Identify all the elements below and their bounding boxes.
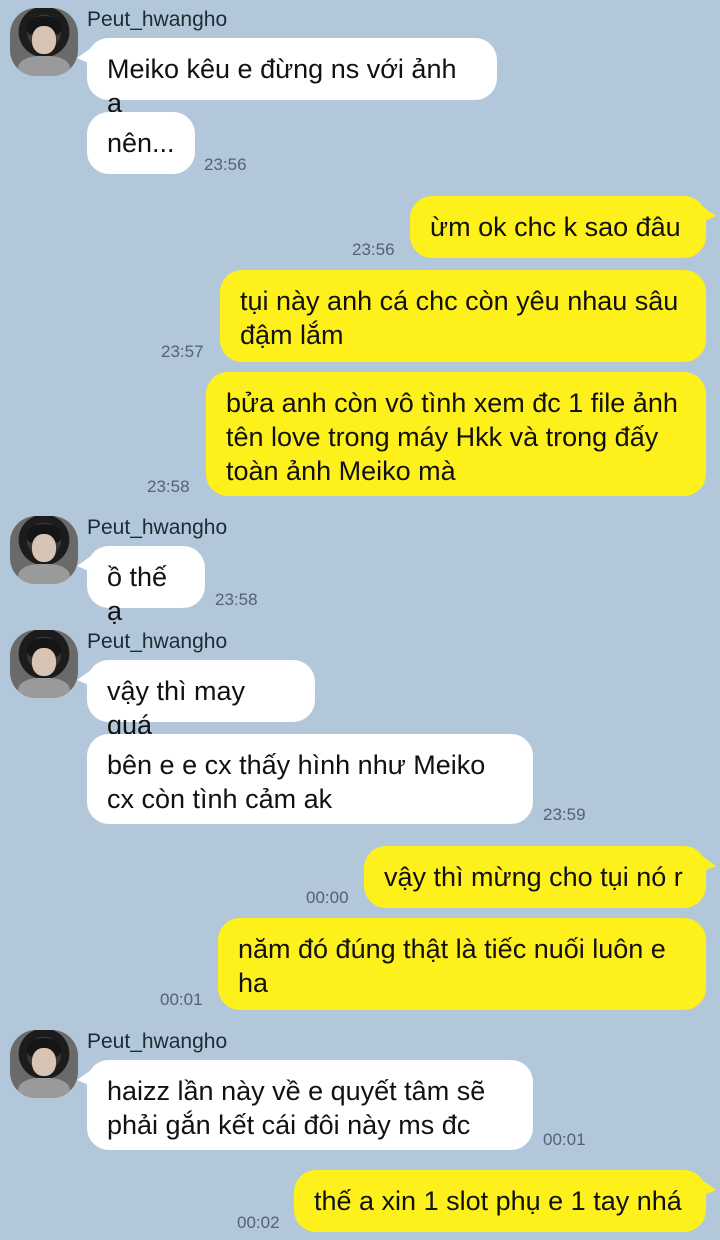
message-text: năm đó đúng thật là tiếc nuối luôn e ha — [238, 934, 666, 998]
message-text: thế a xin 1 slot phụ e 1 tay nhá — [314, 1186, 682, 1216]
contact-avatar[interactable] — [10, 1030, 78, 1098]
message-timestamp: 00:01 — [543, 1130, 586, 1149]
message-text: ừm ok chc k sao đâu — [430, 212, 681, 242]
message-timestamp: 23:56 — [352, 240, 395, 259]
message-text: Meiko kêu e đừng ns với ảnh ạ — [107, 54, 457, 118]
message-text: bửa anh còn vô tình xem đc 1 file ảnh tê… — [226, 388, 678, 486]
message-bubble-outgoing[interactable]: bửa anh còn vô tình xem đc 1 file ảnh tê… — [206, 372, 706, 496]
message-timestamp: 00:00 — [306, 888, 349, 907]
message-bubble-incoming[interactable]: ồ thế ạ — [77, 546, 205, 626]
message-bubble-incoming[interactable]: haizz lần này về e quyết tâm sẽ phải gắn… — [77, 1060, 533, 1150]
message-text: vậy thì mừng cho tụi nó r — [384, 862, 683, 892]
message-text: bên e e cx thấy hình như Meiko cx còn tì… — [107, 750, 486, 814]
contact-avatar[interactable] — [10, 516, 78, 584]
sender-name: Peut_hwangho — [87, 1030, 228, 1053]
message-bubble-incoming[interactable]: nên... — [87, 112, 195, 174]
message-bubble-outgoing[interactable]: năm đó đúng thật là tiếc nuối luôn e ha — [218, 918, 706, 1010]
message-bubble-outgoing[interactable]: thế a xin 1 slot phụ e 1 tay nhá — [294, 1170, 716, 1232]
message-bubble-outgoing[interactable]: vậy thì mừng cho tụi nó r — [364, 846, 716, 908]
message-timestamp: 23:57 — [161, 342, 204, 361]
contact-avatar[interactable] — [10, 630, 78, 698]
sender-name: Peut_hwangho — [87, 8, 228, 31]
message-bubble-incoming[interactable]: bên e e cx thấy hình như Meiko cx còn tì… — [87, 734, 533, 824]
message-text: tụi này anh cá chc còn yêu nhau sâu đậm … — [240, 286, 679, 350]
message-text: ồ thế ạ — [107, 562, 168, 626]
message-bubble-outgoing[interactable]: tụi này anh cá chc còn yêu nhau sâu đậm … — [220, 270, 706, 362]
sender-name: Peut_hwangho — [87, 630, 228, 653]
message-timestamp: 23:59 — [543, 805, 586, 824]
contact-avatar[interactable] — [10, 8, 78, 76]
message-text: vậy thì may quá — [107, 676, 246, 740]
message-bubble-outgoing[interactable]: ừm ok chc k sao đâu — [410, 196, 716, 258]
message-timestamp: 23:56 — [204, 155, 247, 174]
message-timestamp: 23:58 — [147, 477, 190, 496]
sender-name: Peut_hwangho — [87, 516, 228, 539]
message-text: haizz lần này về e quyết tâm sẽ phải gắn… — [107, 1076, 486, 1140]
message-bubble-incoming[interactable]: vậy thì may quá — [77, 660, 315, 740]
message-timestamp: 00:02 — [237, 1213, 280, 1232]
message-timestamp: 00:01 — [160, 990, 203, 1009]
message-text: nên... — [107, 128, 175, 158]
message-timestamp: 23:58 — [215, 590, 258, 609]
message-bubble-incoming[interactable]: Meiko kêu e đừng ns với ảnh ạ — [77, 38, 497, 118]
